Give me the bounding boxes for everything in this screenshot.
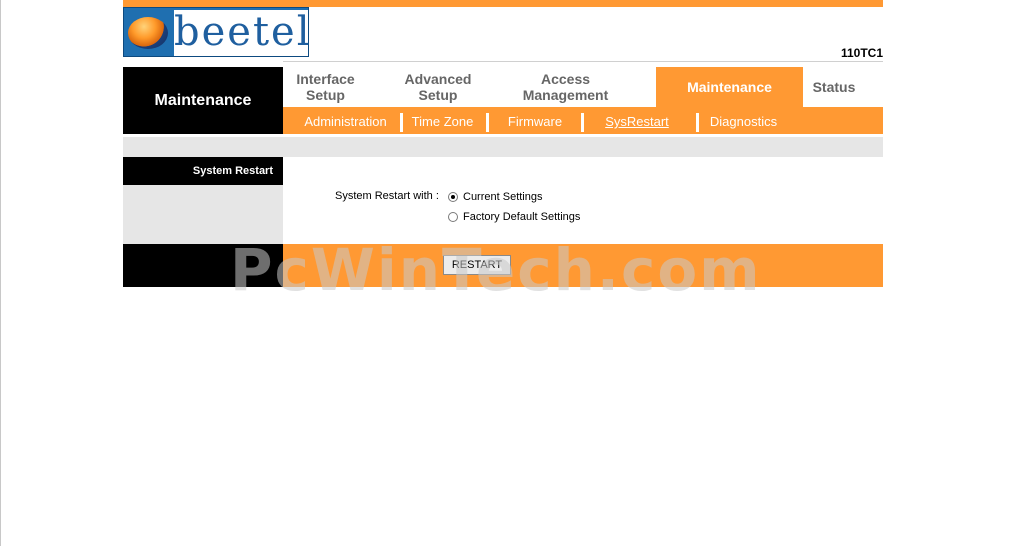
subtab-separator	[486, 113, 489, 132]
restart-button[interactable]: RESTART	[443, 255, 511, 275]
tab-interface-setup[interactable]: Interface Setup	[283, 67, 368, 107]
sub-nav: Administration Time Zone Firmware SysRes…	[283, 107, 883, 134]
tab-label: Status	[812, 79, 856, 95]
subtab-sysrestart[interactable]: SysRestart	[601, 107, 673, 134]
subtab-separator	[696, 113, 699, 132]
field-label: System Restart with :	[335, 190, 439, 202]
subtab-firmware[interactable]: Firmware	[495, 107, 575, 134]
tab-label: Advanced Setup	[404, 71, 472, 103]
top-accent-bar	[123, 0, 883, 7]
subtab-separator	[400, 113, 403, 132]
window-left-border	[0, 0, 1, 546]
section-label: System Restart	[123, 157, 283, 185]
section-title: Maintenance	[123, 67, 283, 134]
tab-advanced-setup[interactable]: Advanced Setup	[393, 67, 483, 107]
tab-label: Maintenance	[687, 79, 772, 95]
option-label: Factory Default Settings	[463, 211, 581, 223]
subtab-administration[interactable]: Administration	[293, 107, 398, 134]
globe-icon	[128, 17, 168, 49]
footer-bar: RESTART	[283, 244, 883, 287]
footer-left	[123, 244, 283, 287]
header-divider	[283, 61, 883, 62]
subtab-time-zone[interactable]: Time Zone	[405, 107, 480, 134]
radio-factory-default[interactable]	[448, 212, 458, 222]
option-factory-default[interactable]: Factory Default Settings	[448, 211, 580, 223]
beetel-logo: beetel	[123, 7, 312, 57]
restart-form: System Restart with : Current Settings F…	[283, 157, 883, 244]
radio-current-settings[interactable]	[448, 192, 458, 202]
subtab-diagnostics[interactable]: Diagnostics	[701, 107, 786, 134]
tab-label: Access Management	[522, 71, 609, 103]
tab-maintenance[interactable]: Maintenance	[656, 67, 803, 107]
option-current-settings[interactable]: Current Settings	[448, 191, 542, 203]
model-number: 110TC1	[840, 46, 883, 60]
option-label: Current Settings	[463, 191, 543, 203]
router-admin-page: beetel 110TC1 Maintenance Interface Setu…	[123, 0, 883, 287]
tab-access-management[interactable]: Access Management	[503, 67, 628, 107]
tab-label: Interface Setup	[296, 71, 355, 103]
subtab-separator	[581, 113, 584, 132]
tab-status[interactable]: Status	[803, 67, 865, 107]
main-nav: Interface Setup Advanced Setup Access Ma…	[283, 67, 883, 107]
logo-wordmark: beetel	[174, 9, 312, 56]
gray-header-strip	[123, 137, 883, 157]
